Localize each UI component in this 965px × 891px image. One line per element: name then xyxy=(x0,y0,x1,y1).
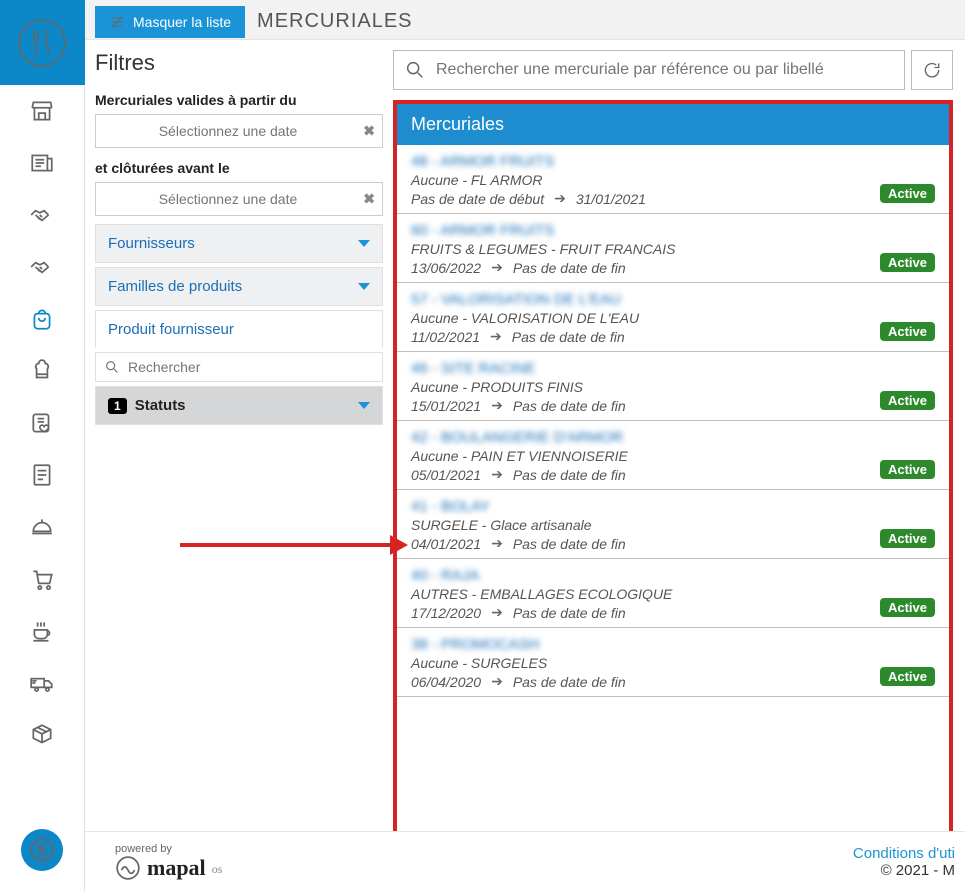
filters-panel: Filtres Mercuriales valides à partir du … xyxy=(85,40,393,891)
item-subtitle: Aucune - VALORISATION DE L'EAU xyxy=(411,310,935,326)
list-item[interactable]: 42 - BOULANGERIE D'ARMOR Aucune - PAIN ET… xyxy=(397,421,949,490)
valid-from-input[interactable] xyxy=(95,114,383,148)
status-badge: Active xyxy=(880,253,935,272)
clear-valid-from-icon[interactable]: ✖ xyxy=(363,123,375,140)
item-title: 60 - ARMOR FRUITS xyxy=(411,222,935,239)
item-dates: 15/01/2021➔Pas de date de fin xyxy=(411,397,935,414)
chevron-down-icon xyxy=(358,240,370,247)
filter-status-label: Statuts xyxy=(135,397,186,414)
conditions-link[interactable]: Conditions d'uti xyxy=(853,845,955,862)
status-badge: Active xyxy=(880,391,935,410)
powered-by: powered by mapalos xyxy=(115,843,222,881)
filters-heading: Filtres xyxy=(95,50,383,76)
brand-name: mapal xyxy=(147,855,206,881)
list-item[interactable]: 57 - VALORISATION DE L'EAU Aucune - VALOR… xyxy=(397,283,949,352)
item-title: 48 - ARMOR FRUITS xyxy=(411,153,935,170)
item-subtitle: SURGELE - Glace artisanale xyxy=(411,517,935,533)
filter-supplier-product-label: Produit fournisseur xyxy=(95,310,383,348)
list-item[interactable]: 60 - ARMOR FRUITS FRUITS & LEGUMES - FRUI… xyxy=(397,214,949,283)
list-item[interactable]: 38 - PROMOCASH Aucune - SURGELES 06/04/202… xyxy=(397,628,949,697)
item-subtitle: Aucune - PRODUITS FINIS xyxy=(411,379,935,395)
nav-coffee-icon[interactable] xyxy=(0,605,84,657)
item-subtitle: Aucune - SURGELES xyxy=(411,655,935,671)
status-badge: Active xyxy=(880,529,935,548)
nav-truck-icon[interactable] xyxy=(0,657,84,709)
refresh-button[interactable] xyxy=(911,50,953,90)
powered-by-label: powered by xyxy=(115,843,222,855)
clear-closed-before-icon[interactable]: ✖ xyxy=(363,191,375,208)
closed-before-input[interactable] xyxy=(95,182,383,216)
list-item[interactable]: 41 - BOLAY SURGELE - Glace artisanale 04/0… xyxy=(397,490,949,559)
item-dates: 06/04/2020➔Pas de date de fin xyxy=(411,673,935,690)
item-subtitle: Aucune - FL ARMOR xyxy=(411,172,935,188)
item-dates: 13/06/2022➔Pas de date de fin xyxy=(411,259,935,276)
item-subtitle: Aucune - PAIN ET VIENNOISERIE xyxy=(411,448,935,464)
hide-list-label: Masquer la liste xyxy=(133,14,231,30)
list-body[interactable]: 48 - ARMOR FRUITS Aucune - FL ARMOR Pas de… xyxy=(397,145,949,887)
list-item[interactable]: 46 - SITE RACINE Aucune - PRODUITS FINIS 1… xyxy=(397,352,949,421)
item-title: 41 - BOLAY xyxy=(411,498,935,515)
nav-bag-icon[interactable] xyxy=(0,293,84,345)
item-dates: 17/12/2020➔Pas de date de fin xyxy=(411,604,935,621)
list-item[interactable]: 40 - RAJA AUTRES - EMBALLAGES ECOLOGIQUE 1… xyxy=(397,559,949,628)
nav-heart-list-icon[interactable] xyxy=(0,397,84,449)
item-title: 46 - SITE RACINE xyxy=(411,360,935,377)
nav-news-icon[interactable] xyxy=(0,137,84,189)
list-panel: Mercuriales 48 - ARMOR FRUITS Aucune - FL… xyxy=(393,40,965,891)
bottom-logo-icon[interactable] xyxy=(21,829,63,871)
list-item[interactable]: 48 - ARMOR FRUITS Aucune - FL ARMOR Pas de… xyxy=(397,145,949,214)
nav-handshake2-icon[interactable] xyxy=(0,241,84,293)
brand-suffix: os xyxy=(212,862,223,877)
page-title: MERCURIALES xyxy=(257,10,412,33)
status-badge: Active xyxy=(880,598,935,617)
filter-suppliers-label: Fournisseurs xyxy=(108,235,195,252)
status-badge: Active xyxy=(880,184,935,203)
nav-cart-icon[interactable] xyxy=(0,553,84,605)
supplier-product-search[interactable] xyxy=(95,352,383,382)
app-logo[interactable] xyxy=(0,0,85,85)
copyright: © 2021 - M xyxy=(881,862,955,879)
item-title: 40 - RAJA xyxy=(411,567,935,584)
item-subtitle: AUTRES - EMBALLAGES ECOLOGIQUE xyxy=(411,586,935,602)
item-dates: 04/01/2021➔Pas de date de fin xyxy=(411,535,935,552)
main-search-input[interactable] xyxy=(436,61,894,79)
nav-dish-icon[interactable] xyxy=(0,501,84,553)
main-search[interactable] xyxy=(393,50,905,90)
chevron-down-icon xyxy=(358,402,370,409)
item-dates: 11/02/2021➔Pas de date de fin xyxy=(411,328,935,345)
left-sidebar xyxy=(0,0,85,891)
status-badge: Active xyxy=(880,460,935,479)
item-subtitle: FRUITS & LEGUMES - FRUIT FRANCAIS xyxy=(411,241,935,257)
valid-from-label: Mercuriales valides à partir du xyxy=(95,92,383,108)
nav-store-icon[interactable] xyxy=(0,85,84,137)
nav-handshake-icon[interactable] xyxy=(0,189,84,241)
filter-families[interactable]: Familles de produits xyxy=(95,267,383,306)
filter-status[interactable]: 1 Statuts xyxy=(95,386,383,425)
list-header: Mercuriales xyxy=(397,104,949,145)
nav-chef-icon[interactable] xyxy=(0,345,84,397)
status-badge: Active xyxy=(880,322,935,341)
item-dates: 05/01/2021➔Pas de date de fin xyxy=(411,466,935,483)
hide-list-button[interactable]: Masquer la liste xyxy=(95,6,245,38)
item-dates: Pas de date de début➔31/01/2021 xyxy=(411,190,935,207)
closed-before-label: et clôturées avant le xyxy=(95,160,383,176)
item-title: 57 - VALORISATION DE L'EAU xyxy=(411,291,935,308)
nav-document-icon[interactable] xyxy=(0,449,84,501)
filter-families-label: Familles de produits xyxy=(108,278,242,295)
status-badge: Active xyxy=(880,667,935,686)
footer: powered by mapalos Conditions d'uti © 20… xyxy=(85,831,965,891)
topbar: Masquer la liste MERCURIALES xyxy=(85,0,965,40)
filter-suppliers[interactable]: Fournisseurs xyxy=(95,224,383,263)
item-title: 42 - BOULANGERIE D'ARMOR xyxy=(411,429,935,446)
status-count-badge: 1 xyxy=(108,398,127,414)
supplier-product-search-input[interactable] xyxy=(128,359,374,375)
nav-package-icon[interactable] xyxy=(0,709,84,761)
item-title: 38 - PROMOCASH xyxy=(411,636,935,653)
chevron-down-icon xyxy=(358,283,370,290)
